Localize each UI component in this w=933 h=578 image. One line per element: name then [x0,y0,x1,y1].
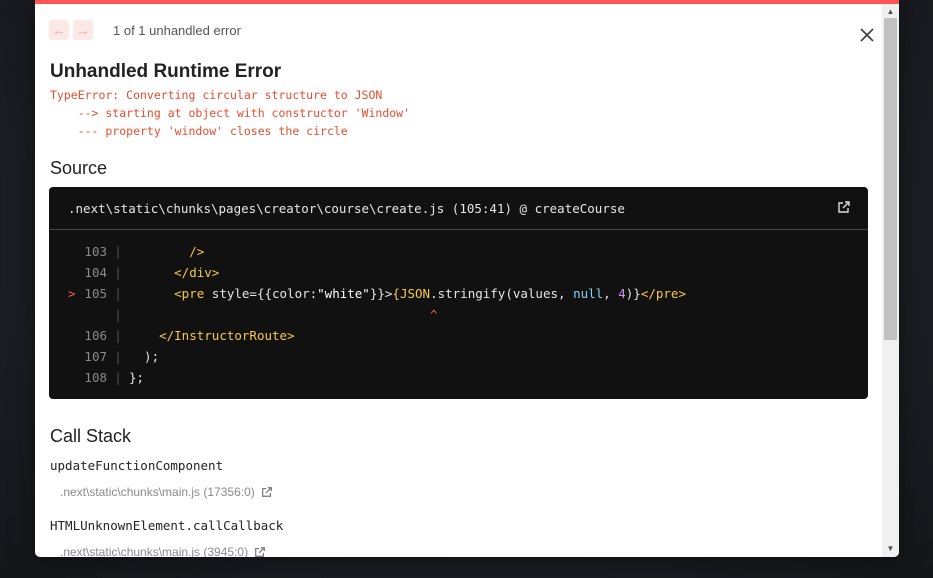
error-line-marker [49,367,83,388]
code-token: <pre [174,286,205,301]
code-token: </InstructorRoute> [159,328,295,343]
code-text: ^ [129,304,438,325]
error-message-line: --> starting at object with constructor … [50,106,411,120]
code-token: }}> [369,286,393,301]
code-text: </InstructorRoute> [129,325,295,346]
error-line-marker [49,241,83,262]
gutter-separator: | [114,349,122,364]
source-file-link[interactable]: .next\static\chunks\pages\creator\course… [49,187,868,230]
code-text: }; [129,367,144,388]
code-line: 104 | </div> [49,262,868,283]
code-line: 108 |}; [49,367,868,388]
arrow-left-icon[interactable]: ← [49,20,69,40]
line-number: 108 [84,370,107,385]
error-pagination: 1 of 1 unhandled error [113,22,241,38]
external-link-icon[interactable] [837,200,851,214]
code-token: /> [189,244,205,259]
code-lines: 103 | /> 104 | </div> >105 | <pre style={{col… [49,230,868,388]
stack-frame-file: .next\static\chunks\main.js (3945:0) [60,545,249,557]
code-token: { [392,286,400,301]
gutter-separator: | [114,328,122,343]
code-token: ); [129,349,160,364]
error-overlay-dialog: ← → 1 of 1 unhandled error Unhandled Run… [35,0,899,557]
line-number: 103 [84,244,107,259]
code-token: 4 [618,286,626,301]
line-number: 106 [84,328,107,343]
stack-frame-file-link[interactable]: .next\static\chunks\main.js (17356:0) [60,485,273,499]
error-message-line: --- property 'window' closes the circle [50,124,348,138]
line-number: 105 [84,286,107,301]
stack-frame-function: updateFunctionComponent [50,458,224,473]
code-token: .stringify(values, [430,286,574,301]
gutter-separator: | [114,244,122,259]
error-line-marker [49,304,83,325]
code-text: ); [129,346,159,367]
code-line: 107 | ); [49,346,868,367]
source-file-path: .next\static\chunks\pages\creator\course… [68,200,625,216]
code-token: </pre> [640,286,686,301]
code-token: style={{color: [204,286,318,301]
call-stack-heading: Call Stack [50,426,132,446]
code-text: <pre style={{color:"white"}}>{JSON.strin… [129,283,686,304]
code-token: "white" [317,286,370,301]
code-text: /> [129,241,204,262]
scroll-down-arrow-icon[interactable]: ▼ [882,541,899,557]
gutter-separator: | [114,307,122,322]
error-line-marker: > [68,286,76,301]
source-code-frame: .next\static\chunks\pages\creator\course… [49,187,868,399]
external-link-icon[interactable] [254,546,266,557]
close-icon[interactable] [856,24,878,46]
error-message-line: TypeError: Converting circular structure… [50,88,383,102]
gutter-separator: | [114,265,122,280]
stack-frame-file-link[interactable]: .next\static\chunks\main.js (3945:0) [60,545,266,557]
code-text: </div> [129,262,219,283]
line-number: 104 [84,265,107,280]
error-line-marker [49,346,83,367]
dialog-content: ← → 1 of 1 unhandled error Unhandled Run… [35,4,882,557]
code-line: >105 | <pre style={{color:"white"}}>{JSON… [49,283,868,304]
code-token: )} [625,286,641,301]
error-title: Unhandled Runtime Error [50,61,282,82]
code-token: null [573,286,604,301]
error-navigation: ← → 1 of 1 unhandled error [49,20,241,40]
line-number: 107 [84,349,107,364]
source-heading: Source [50,158,108,178]
code-token: ^ [129,307,438,322]
arrow-right-icon[interactable]: → [73,20,93,40]
vertical-scrollbar[interactable]: ▲ ▼ [882,4,899,557]
code-token: JSON [399,286,431,301]
code-line: 103 | /> [49,241,868,262]
gutter-separator: | [114,370,122,385]
line-number [83,304,107,325]
code-line: | ^ [49,304,868,325]
external-link-icon[interactable] [261,486,273,498]
error-message: TypeError: Converting circular structure… [50,86,410,140]
stack-frame-file: .next\static\chunks\main.js (17356:0) [60,485,255,499]
error-line-marker [49,325,83,346]
code-token: </div> [174,265,220,280]
code-line: 106 | </InstructorRoute> [49,325,868,346]
stack-frame-function: HTMLUnknownElement.callCallback [50,518,284,533]
code-token: , [603,286,619,301]
gutter-separator: | [114,286,122,301]
error-line-marker [49,262,83,283]
code-token: }; [129,370,145,385]
scrollbar-thumb[interactable] [884,18,897,340]
